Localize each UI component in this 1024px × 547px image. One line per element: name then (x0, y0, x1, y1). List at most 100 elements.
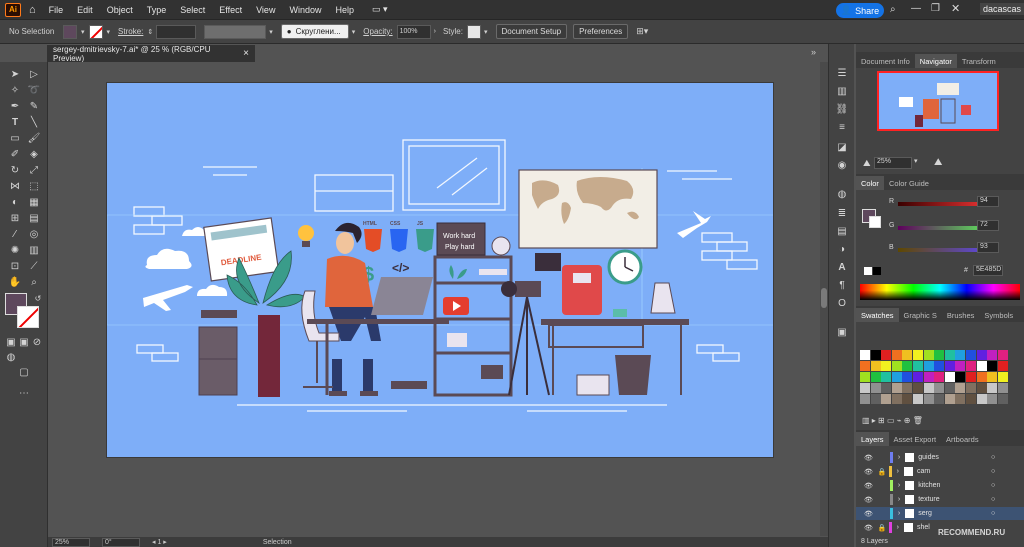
status-zoom[interactable]: 25% (52, 537, 90, 547)
selection-tool-icon[interactable]: ➤ (8, 67, 22, 81)
fill-dropdown-icon[interactable]: ▾ (81, 28, 85, 36)
swatch[interactable] (934, 394, 945, 404)
eye-icon[interactable]: 👁 (864, 482, 873, 490)
expand-icon[interactable]: › (898, 510, 900, 517)
stroke-swatch[interactable] (88, 24, 103, 39)
target-icon[interactable]: ○ (991, 454, 995, 461)
eraser-tool-icon[interactable]: ◈ (27, 147, 41, 161)
swatch-library-icon[interactable]: ▥ ▸ ⊞ ▭ ⌁ ⊕ 🗑 (862, 416, 923, 425)
swatch[interactable] (891, 394, 902, 404)
swatch[interactable] (881, 383, 892, 393)
tab-transform[interactable]: Transform (957, 54, 1001, 68)
expand-icon[interactable]: › (898, 482, 900, 489)
paintbrush-tool-icon[interactable]: 🖌 (27, 131, 41, 145)
swatch[interactable] (966, 383, 976, 393)
swatch[interactable] (860, 361, 870, 371)
tab-color-guide[interactable]: Color Guide (884, 176, 934, 190)
magic-wand-tool-icon[interactable]: ✧ (8, 83, 22, 97)
stroke-panel-icon[interactable]: ≣ (835, 206, 849, 220)
swatch[interactable] (997, 361, 1008, 371)
swatch[interactable] (966, 350, 976, 360)
document-setup-button[interactable]: Document Setup (495, 24, 568, 39)
fill-swatch[interactable] (63, 24, 77, 39)
swatch[interactable] (955, 383, 966, 393)
menu-type[interactable]: Type (140, 5, 174, 15)
home-icon[interactable]: ⌂ (21, 4, 42, 16)
menu-view[interactable]: View (249, 5, 282, 15)
close-window-icon[interactable]: ✕ (951, 2, 960, 15)
color-spectrum[interactable] (860, 284, 1020, 300)
swatch[interactable] (955, 361, 966, 371)
swatch[interactable] (923, 361, 934, 371)
gradient-tool-icon[interactable]: ▤ (27, 211, 41, 225)
swatch[interactable] (891, 372, 902, 382)
share-button[interactable]: 👤 Share (836, 3, 884, 18)
profile-dropdown-icon[interactable]: ▾ (269, 28, 273, 36)
brush-definition[interactable]: ● Скруглени... (280, 24, 349, 39)
edit-toolbar-icon[interactable]: ⋯ (17, 386, 31, 400)
pen-tool-icon[interactable]: ✒ (8, 99, 22, 113)
menu-effect[interactable]: Effect (212, 5, 249, 15)
tab-layers[interactable]: Layers (856, 432, 889, 446)
layer-row-selected[interactable]: 👁 › serg ○ (856, 507, 1024, 520)
swatch[interactable] (997, 350, 1008, 360)
swatch[interactable] (966, 372, 976, 382)
style-dropdown-icon[interactable]: ▾ (484, 28, 488, 36)
artboard[interactable]: DEADLINE HTML CSS JS $ </> Work hard Pla… (106, 82, 774, 458)
opentype-icon[interactable]: O (835, 296, 849, 310)
swatch[interactable] (891, 350, 902, 360)
zoom-in-icon[interactable]: ⛰ (934, 157, 942, 168)
menu-edit[interactable]: Edit (70, 5, 100, 15)
target-icon[interactable]: ○ (991, 468, 995, 475)
rectangle-tool-icon[interactable]: ▭ (8, 131, 22, 145)
layer-row[interactable]: 👁 › kitchen ○ (856, 479, 1024, 492)
gradient-mode-icon[interactable]: ▣ (17, 335, 31, 349)
swatch[interactable] (987, 361, 998, 371)
brush-dropdown-icon[interactable]: ▾ (352, 28, 356, 36)
menu-window[interactable]: Window (282, 5, 328, 15)
black-swatch[interactable] (873, 267, 881, 275)
tab-asset-export[interactable]: Asset Export (889, 432, 942, 446)
swatch[interactable] (923, 383, 934, 393)
align-icon[interactable]: ≡ (835, 120, 849, 134)
color-stroke-swatch[interactable] (869, 216, 881, 228)
swatch[interactable] (955, 394, 966, 404)
tab-brushes[interactable]: Brushes (942, 308, 980, 322)
swatch[interactable] (955, 350, 966, 360)
swatch[interactable] (944, 361, 955, 371)
blend-tool-icon[interactable]: ◎ (27, 227, 41, 241)
menu-help[interactable]: Help (328, 5, 361, 15)
swatch[interactable] (881, 350, 892, 360)
swatch[interactable] (881, 394, 892, 404)
graph-tool-icon[interactable]: ▥ (27, 243, 41, 257)
swatch[interactable] (944, 350, 955, 360)
navigator-zoom-dropdown-icon[interactable]: ▾ (914, 157, 918, 165)
eye-icon[interactable]: 👁 (864, 510, 873, 518)
swatch[interactable] (902, 350, 913, 360)
swatch[interactable] (934, 361, 945, 371)
pathfinder-icon[interactable]: ◪ (835, 140, 849, 154)
perspective-grid-tool-icon[interactable]: ▦ (27, 195, 41, 209)
swatch[interactable] (966, 361, 976, 371)
swatch[interactable] (902, 372, 913, 382)
swatch[interactable] (913, 383, 923, 393)
preferences-button[interactable]: Preferences (573, 24, 629, 39)
workspace-icon[interactable]: ▭ ▾ (365, 4, 395, 15)
swatch[interactable] (860, 394, 870, 404)
swatch[interactable] (944, 383, 955, 393)
swatch[interactable] (870, 350, 881, 360)
expand-icon[interactable]: › (898, 496, 900, 503)
swatch[interactable] (934, 383, 945, 393)
stroke-stepper-icon[interactable]: ⇕ (147, 28, 153, 36)
swatch[interactable] (870, 383, 881, 393)
curvature-tool-icon[interactable]: ✎ (27, 99, 41, 113)
swatch[interactable] (923, 372, 934, 382)
character-icon[interactable]: A (835, 260, 849, 274)
swap-fill-stroke-icon[interactable]: ↺ (31, 291, 45, 305)
hex-input[interactable]: 5E485D (973, 265, 1003, 276)
username[interactable]: dacascas (980, 3, 1024, 15)
tab-graphic-styles[interactable]: Graphic S (899, 308, 942, 322)
swatch[interactable] (976, 350, 987, 360)
graphic-styles-icon[interactable]: ◍ (835, 187, 849, 201)
rotate-tool-icon[interactable]: ↻ (8, 163, 22, 177)
